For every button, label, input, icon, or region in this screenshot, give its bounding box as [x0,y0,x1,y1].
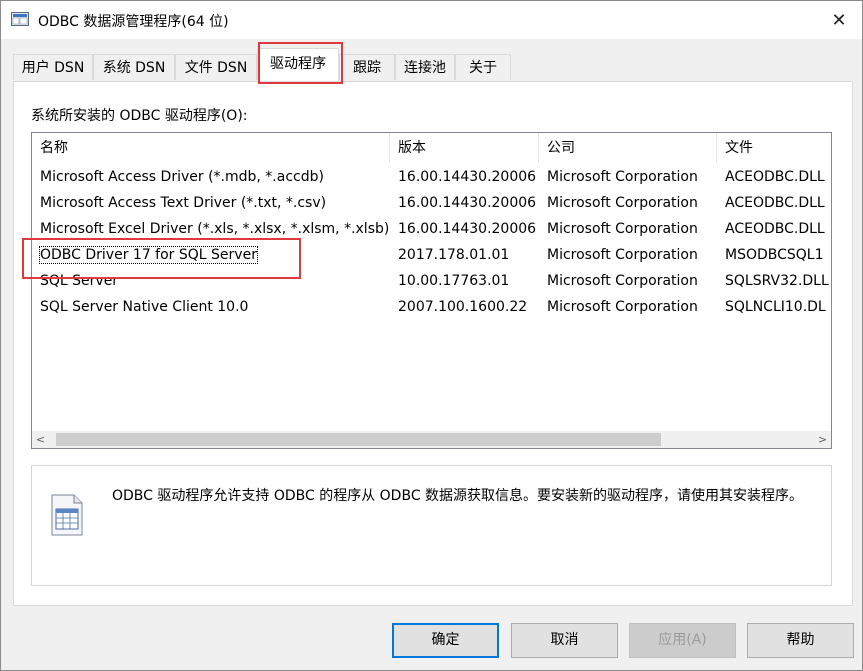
driver-company: Microsoft Corporation [547,299,698,315]
drivers-tab-highlight [258,42,343,84]
odbc-driver-17-highlight [22,238,301,279]
driver-name: Microsoft Access Driver (*.mdb, *.accdb) [40,169,324,185]
table-row[interactable]: Microsoft Access Driver (*.mdb, *.accdb)… [32,164,831,190]
column-header-company[interactable]: 公司 [539,133,717,163]
driver-file: ACEODBC.DLL [725,169,825,185]
driver-name: SQL Server Native Client 10.0 [40,299,249,315]
odbc-admin-window: ODBC 数据源管理程序(64 位) ✕ 用户 DSN 系统 DSN 文件 DS… [0,0,863,671]
driver-company: Microsoft Corporation [547,221,698,237]
driver-file: SQLNCLI10.DL [725,299,826,315]
ok-button[interactable]: 确定 [392,623,499,658]
driver-version: 10.00.17763.01 [398,273,510,289]
scroll-right-icon[interactable]: > [814,431,831,448]
horizontal-scrollbar[interactable]: < > [32,431,831,448]
info-description: ODBC 驱动程序允许支持 ODBC 的程序从 ODBC 数据源获取信息。要安装… [112,488,804,504]
help-button[interactable]: 帮助 [747,623,854,658]
driver-version: 16.00.14430.20006 [398,195,537,211]
info-box: ODBC 驱动程序允许支持 ODBC 的程序从 ODBC 数据源获取信息。要安装… [31,465,832,586]
tab-tracing[interactable]: 跟踪 [339,54,395,80]
driver-name: Microsoft Access Text Driver (*.txt, *.c… [40,195,327,211]
list-header: 名称 版本 公司 文件 [32,133,831,163]
column-header-file[interactable]: 文件 [717,133,831,163]
tab-about[interactable]: 关于 [455,54,511,80]
tab-user-dsn[interactable]: 用户 DSN [13,54,93,80]
apply-button[interactable]: 应用(A) [629,623,736,658]
tab-system-dsn[interactable]: 系统 DSN [93,54,175,80]
tab-file-dsn[interactable]: 文件 DSN [175,54,257,80]
title-bar: ODBC 数据源管理程序(64 位) ✕ [1,1,862,39]
driver-version: 2007.100.1600.22 [398,299,528,315]
drivers-list[interactable]: 名称 版本 公司 文件 Microsoft Access Driver (*.m… [31,132,832,449]
driver-file: ACEODBC.DLL [725,221,825,237]
window-title: ODBC 数据源管理程序(64 位) [38,14,229,30]
odbc-app-icon [11,12,29,26]
table-row[interactable]: Microsoft Access Text Driver (*.txt, *.c… [32,190,831,216]
driver-company: Microsoft Corporation [547,195,698,211]
tab-connection-pooling[interactable]: 连接池 [395,54,455,80]
scroll-left-icon[interactable]: < [32,431,49,448]
table-row[interactable]: SQL Server Native Client 10.0 2007.100.1… [32,294,831,320]
driver-version: 2017.178.01.01 [398,247,510,263]
driver-company: Microsoft Corporation [547,247,698,263]
driver-file: ACEODBC.DLL [725,195,825,211]
column-header-version[interactable]: 版本 [390,133,539,163]
drivers-list-label: 系统所安装的 ODBC 驱动程序(O): [31,108,248,124]
cancel-button[interactable]: 取消 [511,623,618,658]
driver-file: SQLSRV32.DLL [725,273,829,289]
close-icon: ✕ [831,9,847,31]
close-button[interactable]: ✕ [816,1,862,39]
driver-version: 16.00.14430.20006 [398,221,537,237]
scroll-thumb[interactable] [56,433,661,446]
driver-company: Microsoft Corporation [547,273,698,289]
driver-company: Microsoft Corporation [547,169,698,185]
driver-version: 16.00.14430.20006 [398,169,537,185]
document-table-icon [51,494,83,536]
column-header-name[interactable]: 名称 [32,133,390,163]
driver-file: MSODBCSQL1 [725,247,824,263]
